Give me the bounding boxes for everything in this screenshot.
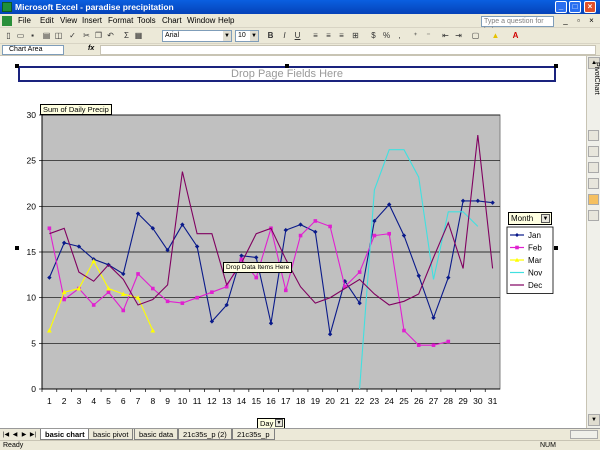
data-point (416, 343, 421, 347)
data-point (47, 226, 52, 231)
y-tick-label: 5 (31, 338, 36, 348)
data-point (328, 224, 332, 229)
data-point (210, 290, 214, 294)
x-tick-label: 7 (136, 396, 141, 406)
data-point (372, 233, 377, 238)
y-tick-label: 20 (27, 201, 37, 211)
data-point (431, 343, 436, 347)
data-point (195, 295, 199, 300)
last-sheet-icon[interactable]: ▶| (29, 430, 37, 440)
tab-21c35s-p[interactable]: 21c35s_p (232, 429, 275, 440)
legend-label: Jan (528, 231, 541, 240)
data-point (62, 297, 66, 302)
legend-label: Feb (528, 244, 542, 253)
x-tick-label: 17 (281, 396, 291, 406)
x-tick-label: 9 (165, 396, 170, 406)
legend-marker (515, 245, 519, 250)
y-tick-label: 25 (27, 156, 37, 166)
status-ready: Ready (3, 442, 24, 449)
data-point (106, 290, 111, 294)
x-tick-label: 14 (237, 396, 247, 406)
legend-field-label: Month (511, 214, 534, 223)
data-point (313, 219, 318, 223)
x-tick-label: 18 (296, 396, 306, 406)
x-tick-label: 28 (444, 396, 454, 406)
tab-21c35s-p-2[interactable]: 21c35s_p (2) (178, 429, 232, 440)
y-tick-label: 30 (27, 110, 37, 120)
x-tick-label: 13 (222, 396, 232, 406)
status-num-lock: NUM (540, 442, 556, 449)
tab-basic-pivot[interactable]: basic pivot (88, 429, 134, 440)
pivot-tool-icon[interactable] (588, 178, 599, 189)
row-field-label: Day (260, 419, 274, 428)
x-tick-label: 12 (207, 396, 217, 406)
tab-basic-chart[interactable]: basic chart (40, 429, 90, 440)
legend-label: Dec (528, 281, 542, 290)
data-point (136, 272, 140, 276)
x-tick-label: 26 (414, 396, 424, 406)
sheet-tab-bar: |◀ ◀ ▶ ▶| basic chart basic pivot basic … (0, 428, 600, 440)
data-point (283, 288, 288, 293)
data-field-button[interactable]: Sum of Daily Precip (40, 104, 112, 115)
data-point (91, 303, 96, 307)
x-tick-label: 21 (340, 396, 350, 406)
x-tick-label: 5 (106, 396, 111, 406)
pivotchart-toolbar-label[interactable]: PivotChart (587, 62, 600, 122)
pivot-tool-icon[interactable] (588, 210, 599, 221)
data-point (387, 231, 391, 236)
x-tick-label: 19 (311, 396, 321, 406)
x-tick-label: 15 (251, 396, 261, 406)
x-tick-label: 29 (458, 396, 468, 406)
data-point (121, 308, 126, 313)
x-tick-label: 8 (150, 396, 155, 406)
data-point (254, 275, 259, 280)
data-point (151, 286, 155, 291)
y-tick-label: 15 (27, 247, 37, 257)
x-tick-label: 20 (325, 396, 335, 406)
x-tick-label: 10 (178, 396, 188, 406)
x-tick-label: 30 (473, 396, 483, 406)
x-tick-label: 6 (121, 396, 126, 406)
pivot-line-chart: 051015202530 1 2 3 4 5 6 7 8 9 10 11 12 13 14 15 16 17 18… (27, 110, 554, 406)
legend-label: Mar (528, 256, 542, 265)
x-tick-label: 2 (62, 396, 67, 406)
x-tick-label: 24 (384, 396, 394, 406)
data-point (165, 299, 170, 304)
x-tick-label: 25 (399, 396, 409, 406)
pivot-tool-icon[interactable] (588, 146, 599, 157)
data-point (357, 270, 362, 274)
x-tick-label: 16 (266, 396, 276, 406)
x-tick-label: 22 (355, 396, 365, 406)
chevron-down-icon[interactable]: ▼ (541, 214, 550, 223)
x-tick-label: 1 (47, 396, 52, 406)
next-sheet-icon[interactable]: ▶ (20, 430, 28, 440)
data-point (180, 301, 185, 305)
x-tick-label: 4 (91, 396, 96, 406)
horizontal-scrollbar[interactable] (570, 430, 598, 439)
x-tick-label: 27 (429, 396, 439, 406)
data-items-dropzone[interactable]: Drop Data Items Here (223, 262, 293, 273)
data-point (446, 339, 451, 344)
data-point (402, 328, 406, 333)
y-tick-label: 10 (27, 293, 37, 303)
legend-field-button[interactable]: Month ▼ (508, 212, 552, 225)
y-tick-label: 0 (31, 384, 36, 394)
x-tick-label: 31 (488, 396, 498, 406)
chevron-down-icon[interactable]: ▼ (275, 419, 283, 427)
tab-basic-data[interactable]: basic data (134, 429, 179, 440)
scroll-down-icon[interactable]: ▼ (588, 414, 600, 426)
status-bar: Ready NUM (0, 440, 600, 450)
pivot-tool-icon[interactable] (588, 194, 599, 205)
x-tick-label: 11 (193, 396, 202, 406)
data-point (298, 233, 303, 238)
first-sheet-icon[interactable]: |◀ (2, 430, 10, 440)
prev-sheet-icon[interactable]: ◀ (11, 430, 19, 440)
x-tick-label: 3 (77, 396, 82, 406)
pivot-tool-icon[interactable] (588, 162, 599, 173)
x-tick-label: 23 (370, 396, 380, 406)
legend-label: Nov (528, 269, 542, 278)
pivot-tool-icon[interactable] (588, 130, 599, 141)
